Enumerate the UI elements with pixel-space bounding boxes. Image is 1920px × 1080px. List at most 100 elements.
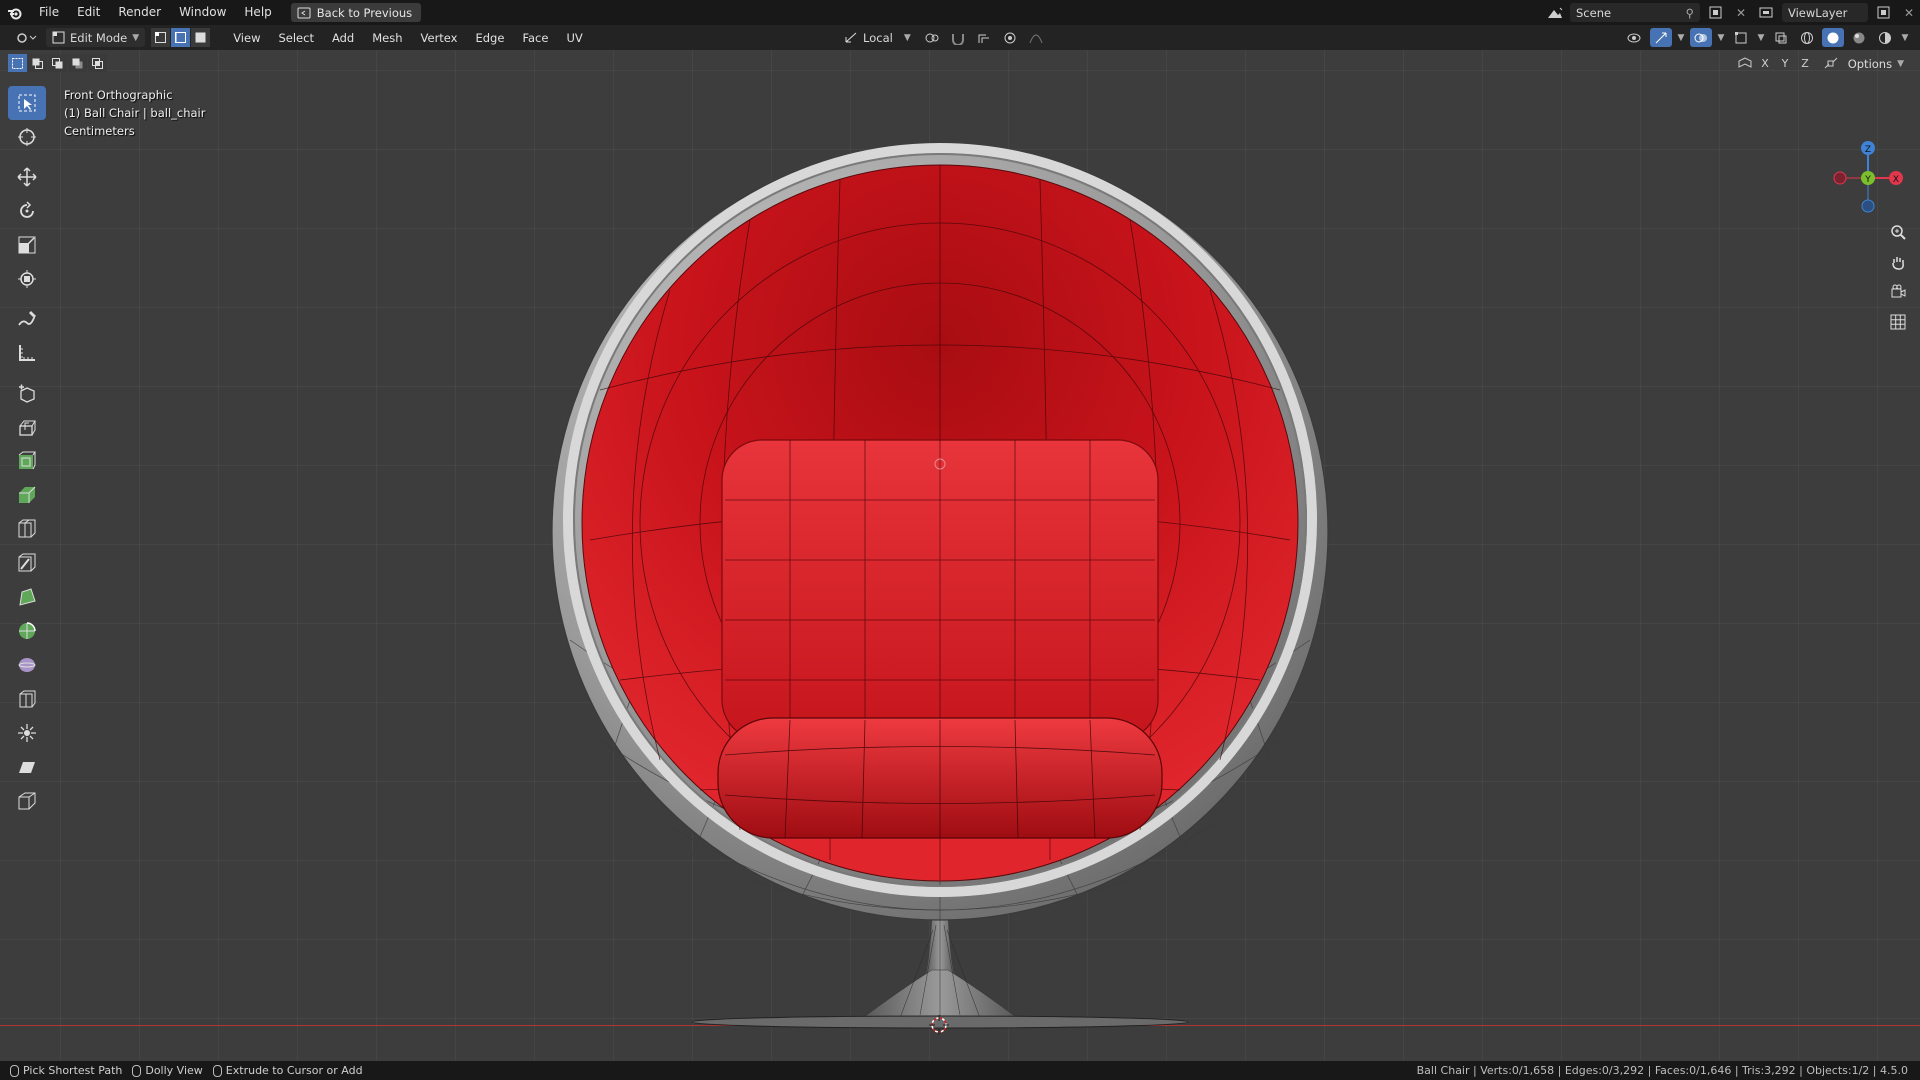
- axis-lock-x[interactable]: X: [1756, 54, 1774, 72]
- tool-shrink-fatten[interactable]: [8, 716, 46, 750]
- select-extend-icon[interactable]: [28, 54, 47, 72]
- mesh-edit-overlays-icon[interactable]: [1730, 28, 1752, 47]
- chevron-down-icon[interactable]: ▼: [1716, 28, 1726, 47]
- menu-edit[interactable]: Edit: [68, 0, 109, 25]
- chevron-down-icon[interactable]: ▼: [1676, 28, 1686, 47]
- tool-scale[interactable]: [8, 228, 46, 262]
- knife-icon: [18, 553, 36, 572]
- gizmo-toggle-icon[interactable]: [1650, 28, 1672, 47]
- snap-target-icon[interactable]: [973, 28, 995, 47]
- falloff-icon[interactable]: [1025, 28, 1047, 47]
- ball-chair-model[interactable]: [500, 140, 1380, 1040]
- select-new-icon[interactable]: [8, 54, 27, 72]
- scene-field[interactable]: Scene ⚲: [1570, 3, 1700, 22]
- overlays-toggle-icon[interactable]: [1690, 28, 1712, 47]
- tool-poly-build[interactable]: [8, 580, 46, 614]
- shear-icon: [19, 762, 35, 773]
- tool-rotate[interactable]: [8, 194, 46, 228]
- menu-add[interactable]: Add: [323, 31, 363, 45]
- tool-inset-faces[interactable]: [8, 444, 46, 478]
- 3d-cursor-icon[interactable]: [929, 1015, 949, 1035]
- tool-select-box[interactable]: [8, 86, 46, 120]
- tool-annotate[interactable]: [8, 302, 46, 336]
- axis-lock-y[interactable]: Y: [1776, 54, 1794, 72]
- menu-render[interactable]: Render: [109, 0, 170, 25]
- navigation-tools: [1886, 220, 1910, 334]
- view-layer-icon[interactable]: [1756, 3, 1778, 22]
- svg-text:Y: Y: [1864, 175, 1871, 185]
- menu-vertex[interactable]: Vertex: [412, 31, 467, 45]
- axis-lock-z[interactable]: Z: [1796, 54, 1814, 72]
- auto-merge-icon[interactable]: [1822, 54, 1840, 72]
- navigation-gizmo[interactable]: Z X Y: [1820, 136, 1920, 226]
- menu-view[interactable]: View: [224, 31, 269, 45]
- viewport-header: Edit Mode ▼ View Select Add Mesh Vertex …: [0, 25, 1920, 50]
- snap-icon[interactable]: [947, 28, 969, 47]
- tool-smooth[interactable]: [8, 648, 46, 682]
- transform-icon: [18, 270, 36, 288]
- tool-rip-region[interactable]: [8, 784, 46, 818]
- select-intersect-icon[interactable]: [88, 54, 107, 72]
- blender-logo-icon[interactable]: [0, 0, 30, 25]
- extrude-region-icon: [19, 420, 36, 436]
- delete-view-layer-icon[interactable]: ✕: [1898, 3, 1920, 22]
- pan-hand-icon[interactable]: [1886, 250, 1910, 274]
- new-scene-icon[interactable]: [1704, 3, 1726, 22]
- scene-selector-icon[interactable]: [1544, 3, 1566, 22]
- tool-cursor[interactable]: [8, 120, 46, 154]
- tool-move[interactable]: [8, 160, 46, 194]
- back-to-previous-button[interactable]: Back to Previous: [290, 3, 422, 22]
- transform-orientation-label: Local: [863, 30, 893, 45]
- tool-spin[interactable]: [8, 614, 46, 648]
- tool-bevel[interactable]: [8, 478, 46, 512]
- scene-statistics: Ball Chair | Verts:0/1,658 | Edges:0/3,2…: [1416, 1064, 1908, 1077]
- ortho-grid-icon[interactable]: [1886, 310, 1910, 334]
- menu-uv[interactable]: UV: [557, 31, 591, 45]
- menu-face[interactable]: Face: [513, 31, 557, 45]
- pivot-point-icon[interactable]: [921, 28, 943, 47]
- menu-edge[interactable]: Edge: [466, 31, 513, 45]
- camera-view-icon[interactable]: [1886, 280, 1910, 304]
- tool-add-cube[interactable]: [8, 376, 46, 410]
- vertex-select-icon[interactable]: [151, 28, 171, 47]
- delete-scene-icon[interactable]: ✕: [1730, 3, 1752, 22]
- face-select-icon[interactable]: [191, 28, 211, 47]
- tool-transform[interactable]: [8, 262, 46, 296]
- mirror-axis-lock: X Y Z: [1736, 54, 1840, 72]
- solid-shading-icon[interactable]: [1822, 28, 1844, 47]
- tool-shear[interactable]: [8, 750, 46, 784]
- proportional-editing-icon[interactable]: [999, 28, 1021, 47]
- menu-help[interactable]: Help: [235, 0, 280, 25]
- object-info: (1) Ball Chair | ball_chair: [64, 106, 206, 120]
- editor-type-icon[interactable]: [12, 28, 42, 47]
- mode-dropdown[interactable]: Edit Mode ▼: [46, 28, 146, 47]
- transform-orientation-dropdown[interactable]: Local ▼: [838, 28, 917, 47]
- menu-mesh[interactable]: Mesh: [363, 31, 411, 45]
- 3d-viewport[interactable]: Front Orthographic (1) Ball Chair | ball…: [0, 50, 1920, 1061]
- mirror-butterfly-icon[interactable]: [1736, 54, 1754, 72]
- view-layer-field[interactable]: ViewLayer: [1782, 3, 1868, 22]
- rendered-shading-icon[interactable]: [1874, 28, 1896, 47]
- new-view-layer-icon[interactable]: [1872, 3, 1894, 22]
- tool-loop-cut[interactable]: [8, 512, 46, 546]
- tool-measure[interactable]: [8, 336, 46, 370]
- options-dropdown[interactable]: Options ▼: [1842, 54, 1910, 73]
- menu-file[interactable]: File: [30, 0, 68, 25]
- menu-select[interactable]: Select: [269, 31, 322, 45]
- menu-window[interactable]: Window: [170, 0, 235, 25]
- zoom-icon[interactable]: [1886, 220, 1910, 244]
- xray-toggle-icon[interactable]: [1770, 28, 1792, 47]
- select-subtract-icon[interactable]: [48, 54, 67, 72]
- visibility-icon[interactable]: [1624, 28, 1646, 47]
- rotate-icon: [20, 201, 34, 218]
- chevron-down-icon[interactable]: ▼: [1900, 28, 1910, 47]
- tool-knife[interactable]: [8, 546, 46, 580]
- material-preview-icon[interactable]: [1848, 28, 1870, 47]
- pin-icon[interactable]: ⚲: [1686, 6, 1694, 20]
- tool-extrude-region[interactable]: [8, 410, 46, 444]
- tool-edge-slide[interactable]: [8, 682, 46, 716]
- edge-select-icon[interactable]: [171, 28, 191, 47]
- select-invert-icon[interactable]: [68, 54, 87, 72]
- wireframe-shading-icon[interactable]: [1796, 28, 1818, 47]
- chevron-down-icon[interactable]: ▼: [1756, 28, 1766, 47]
